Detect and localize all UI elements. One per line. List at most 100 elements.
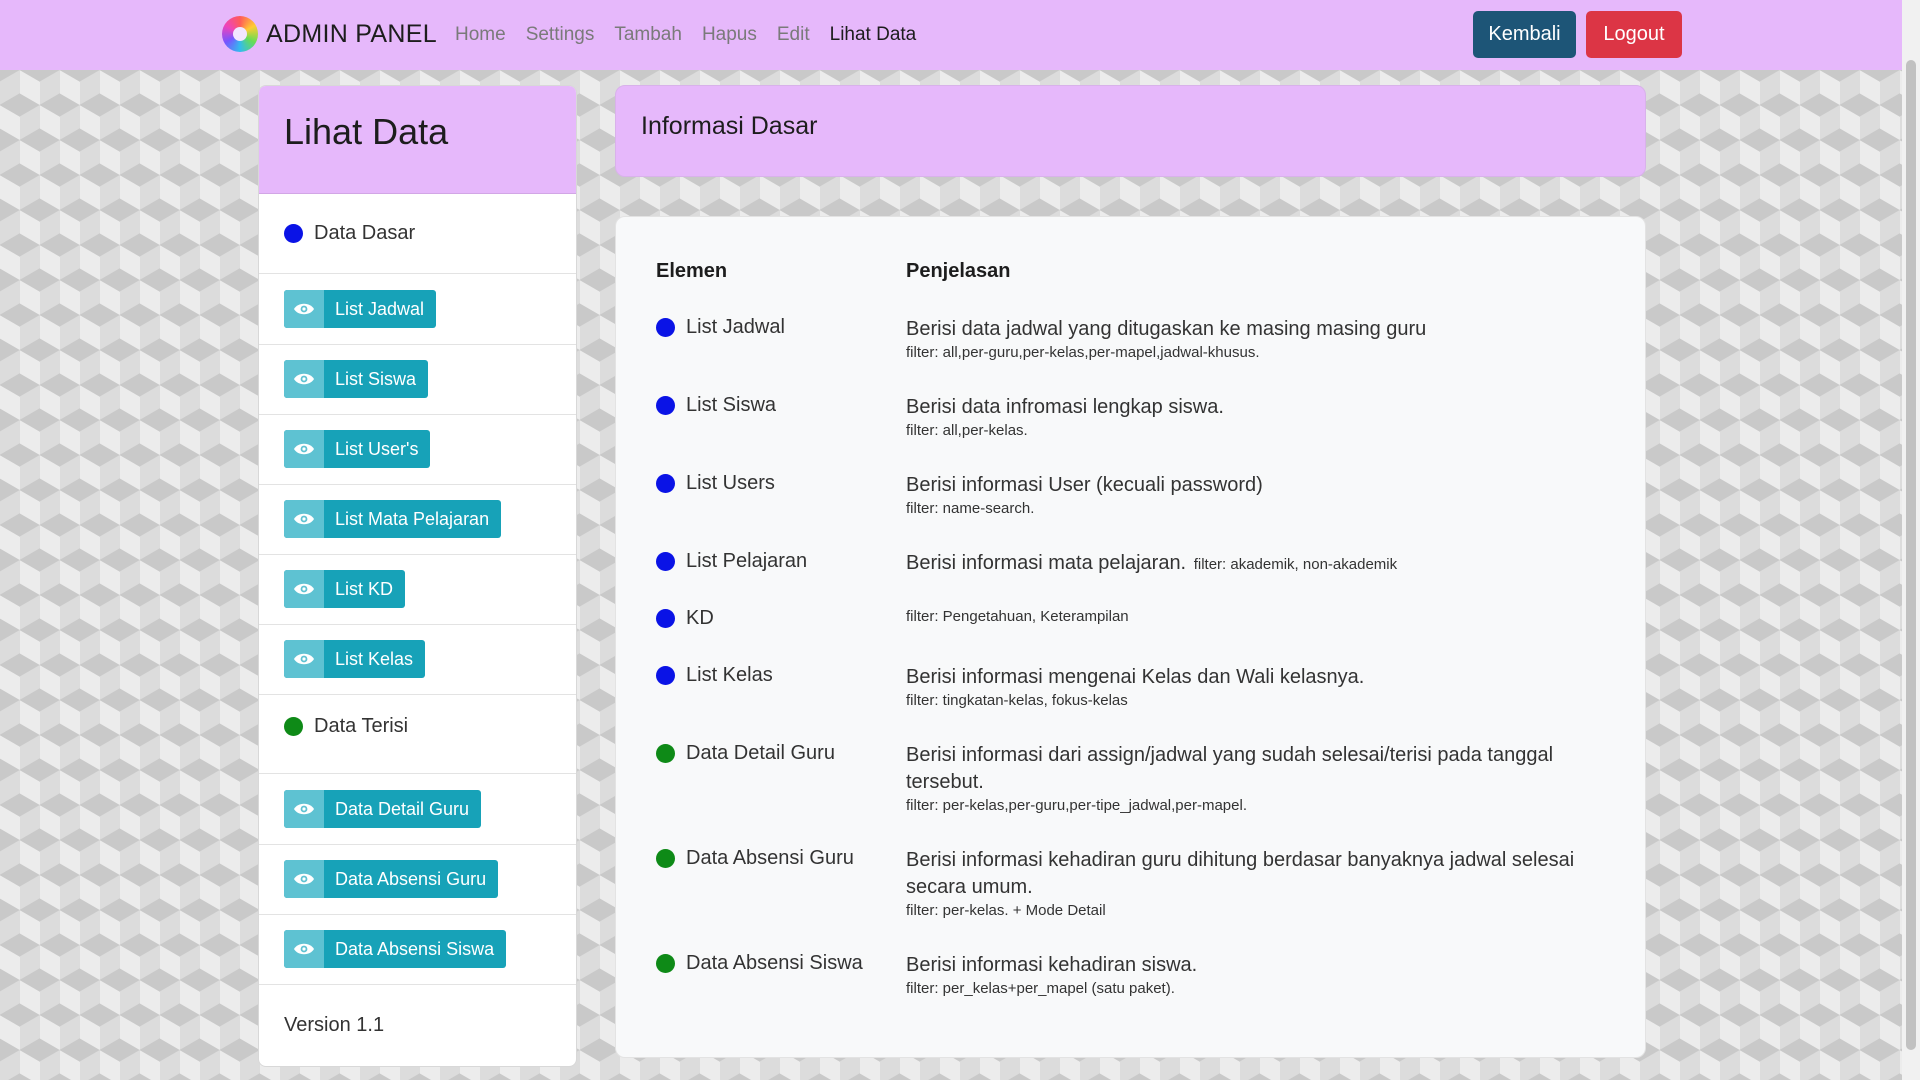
- nav-hapus[interactable]: Hapus: [702, 24, 757, 46]
- element-description: Berisi informasi mata pelajaran.: [906, 552, 1187, 574]
- element-filter: filter: akademik, non-akademik: [1193, 556, 1398, 573]
- element-filter: filter: tingkatan-kelas, fokus-kelas: [906, 692, 1128, 709]
- page-scrollbar[interactable]: [1902, 0, 1920, 1080]
- element-description: Berisi informasi kehadiran siswa.: [906, 954, 1198, 976]
- sidebar-item-list-users: List User's: [259, 414, 576, 485]
- element-description: Berisi data jadwal yang ditugaskan ke ma…: [906, 318, 1427, 340]
- column-header-elemen: Elemen: [656, 260, 728, 282]
- top-navbar: ADMIN PANEL Home Settings Tambah Hapus E…: [0, 0, 1902, 70]
- sidebar-item-data-absensi-siswa: Data Absensi Siswa: [259, 914, 576, 985]
- eye-icon: [284, 860, 324, 898]
- eye-icon: [284, 790, 324, 828]
- logout-button[interactable]: Logout: [1586, 11, 1682, 58]
- eye-icon: [284, 360, 324, 398]
- brand-logo-icon: [222, 16, 258, 52]
- info-header-card: Informasi Dasar: [615, 85, 1646, 177]
- data-absensi-guru-button[interactable]: Data Absensi Guru: [284, 860, 499, 898]
- nav-home[interactable]: Home: [455, 24, 506, 46]
- button-label: Data Absensi Siswa: [335, 938, 495, 959]
- sidebar-item-list-mata-pelajaran: List Mata Pelajaran: [259, 484, 576, 555]
- nav-links: Home Settings Tambah Hapus Edit Lihat Da…: [455, 0, 936, 70]
- blue-dot-icon: [656, 318, 675, 337]
- eye-icon: [284, 430, 324, 468]
- sidebar-item-list-kelas: List Kelas: [259, 624, 576, 695]
- button-label: List Mata Pelajaran: [335, 508, 490, 529]
- info-header-title: Informasi Dasar: [641, 112, 818, 140]
- eye-icon: [284, 930, 324, 968]
- element-name: Data Absensi Guru: [686, 847, 854, 869]
- data-absensi-siswa-button[interactable]: Data Absensi Siswa: [284, 930, 507, 968]
- sidebar-item-list-siswa: List Siswa: [259, 344, 576, 415]
- element-filter: filter: per_kelas+per_mapel (satu paket)…: [906, 980, 1175, 997]
- sidebar-item-data-detail-guru: Data Detail Guru: [259, 774, 576, 845]
- sidebar-item-list-kd: List KD: [259, 554, 576, 625]
- element-description: Berisi informasi mengenai Kelas dan Wali…: [906, 666, 1365, 688]
- eye-icon: [284, 570, 324, 608]
- eye-icon: [284, 500, 324, 538]
- sidebar-item-data-absensi-guru: Data Absensi Guru: [259, 844, 576, 915]
- version-text: Version 1.1: [284, 1014, 385, 1036]
- element-description: Berisi informasi dari assign/jadwal yang…: [906, 744, 1554, 793]
- data-detail-guru-button[interactable]: Data Detail Guru: [284, 790, 482, 828]
- button-label: List Kelas: [335, 648, 414, 669]
- element-name: Data Absensi Siswa: [686, 952, 863, 974]
- button-label: Data Absensi Guru: [335, 868, 487, 889]
- green-dot-icon: [656, 849, 675, 868]
- nav-lihat-data[interactable]: Lihat Data: [830, 24, 917, 46]
- button-label: List KD: [335, 578, 394, 599]
- sidebar-title: Lihat Data: [284, 111, 449, 152]
- element-filter: filter: per-kelas. + Mode Detail: [906, 902, 1106, 919]
- brand[interactable]: ADMIN PANEL: [222, 16, 437, 52]
- section-label: Data Terisi: [314, 715, 409, 737]
- sidebar-header: Lihat Data: [259, 86, 576, 194]
- section-data-terisi: Data Terisi: [259, 694, 576, 774]
- list-users-button[interactable]: List User's: [284, 430, 431, 468]
- button-label: List Jadwal: [335, 298, 425, 319]
- element-name: List Users: [686, 472, 775, 494]
- element-name: List Kelas: [686, 664, 773, 686]
- list-kd-button[interactable]: List KD: [284, 570, 406, 608]
- element-name: List Siswa: [686, 394, 777, 416]
- green-dot-icon: [656, 744, 675, 763]
- section-label: Data Dasar: [314, 221, 416, 244]
- element-description: Berisi informasi User (kecuali password): [906, 474, 1263, 496]
- eye-icon: [284, 640, 324, 678]
- sidebar-item-list-jadwal: List Jadwal: [259, 274, 576, 345]
- column-header-penjelasan: Penjelasan: [906, 260, 1011, 282]
- green-dot-icon: [656, 954, 675, 973]
- element-description: Berisi data infromasi lengkap siswa.: [906, 396, 1224, 418]
- button-label: Data Detail Guru: [335, 798, 470, 819]
- blue-dot-icon: [656, 552, 675, 571]
- green-dot-icon: [284, 717, 303, 736]
- list-jadwal-button[interactable]: List Jadwal: [284, 290, 437, 328]
- list-mata-pelajaran-button[interactable]: List Mata Pelajaran: [284, 500, 502, 538]
- sidebar: Lihat Data Data Dasar List Jadwal List S…: [258, 85, 577, 1067]
- brand-title: ADMIN PANEL: [266, 19, 437, 48]
- blue-dot-icon: [656, 666, 675, 685]
- element-description: Berisi informasi kehadiran guru dihitung…: [906, 849, 1575, 898]
- button-label: List User's: [335, 438, 419, 459]
- eye-icon: [284, 290, 324, 328]
- nav-settings[interactable]: Settings: [526, 24, 595, 46]
- scrollbar-thumb[interactable]: [1906, 60, 1916, 1050]
- element-name: KD: [686, 607, 714, 629]
- nav-edit[interactable]: Edit: [777, 24, 810, 46]
- list-kelas-button[interactable]: List Kelas: [284, 640, 426, 678]
- element-filter: filter: per-kelas,per-guru,per-tipe_jadw…: [906, 797, 1247, 814]
- element-filter: filter: name-search.: [906, 500, 1035, 517]
- blue-dot-icon: [656, 396, 675, 415]
- element-filter: filter: Pengetahuan, Keterampilan: [906, 608, 1129, 625]
- element-filter: filter: all,per-kelas.: [906, 422, 1028, 439]
- section-data-dasar: Data Dasar: [259, 193, 576, 274]
- element-name: Data Detail Guru: [686, 742, 835, 764]
- blue-dot-icon: [284, 223, 303, 243]
- back-button[interactable]: Kembali: [1473, 11, 1576, 58]
- element-filter: filter: all,per-guru,per-kelas,per-mapel…: [906, 344, 1260, 361]
- element-name: List Jadwal: [686, 316, 785, 338]
- nav-tambah[interactable]: Tambah: [614, 24, 682, 46]
- info-table-card: Elemen Penjelasan List Jadwal Berisi dat…: [615, 216, 1646, 1058]
- element-name: List Pelajaran: [686, 550, 808, 572]
- list-siswa-button[interactable]: List Siswa: [284, 360, 429, 398]
- blue-dot-icon: [656, 609, 675, 628]
- blue-dot-icon: [656, 474, 675, 493]
